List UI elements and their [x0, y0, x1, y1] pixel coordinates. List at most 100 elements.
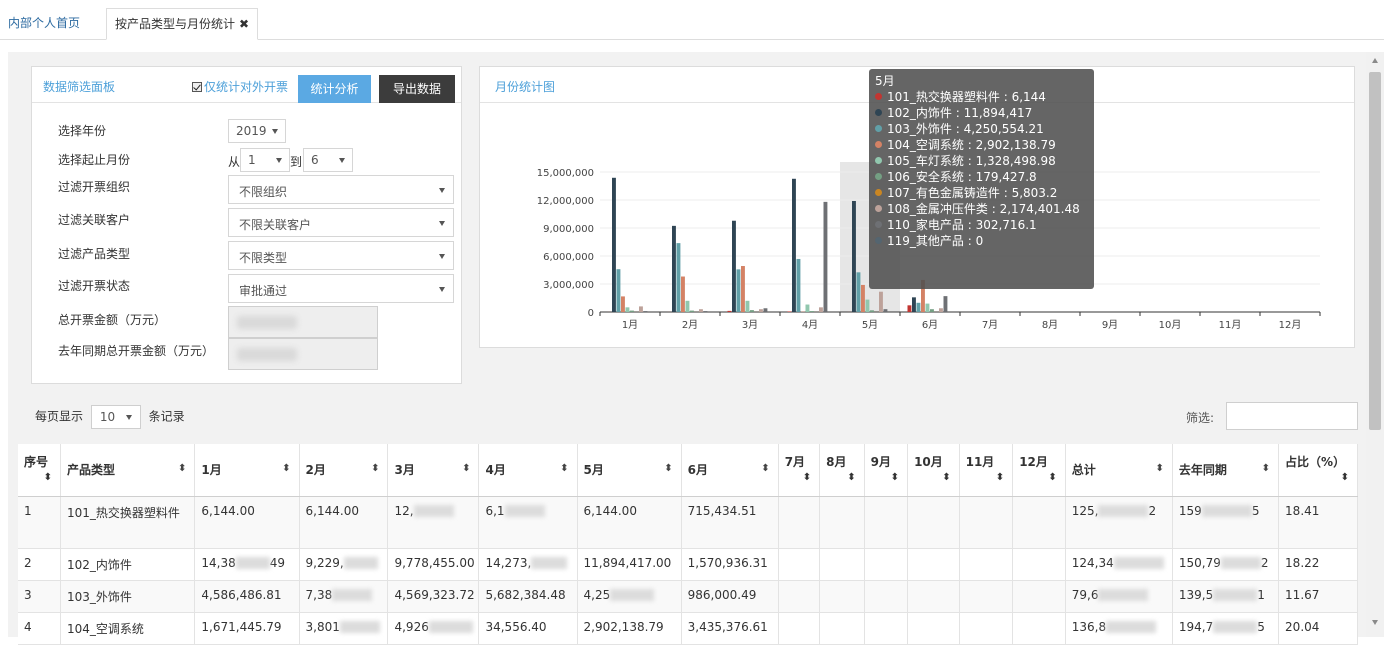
cell-m4: 6,1: [479, 496, 577, 548]
vertical-scrollbar[interactable]: [1366, 52, 1384, 637]
sort-icon[interactable]: ⬍: [24, 470, 54, 485]
month-from-select[interactable]: 1: [240, 148, 290, 172]
sort-icon[interactable]: ⬍: [371, 463, 379, 474]
cell-m4: 14,273,: [479, 548, 577, 580]
col-header-pct[interactable]: 占比（%）⬍: [1279, 444, 1358, 496]
col-header-index[interactable]: 序号⬍: [18, 444, 60, 496]
filter-input[interactable]: [1226, 402, 1358, 430]
cell-pct: 20.04: [1279, 612, 1358, 644]
customer-value: 不限关联客户: [239, 218, 311, 232]
sort-icon[interactable]: ⬍: [785, 470, 813, 485]
sort-icon[interactable]: ⬍: [560, 463, 568, 474]
product-type-select[interactable]: 不限类型: [228, 241, 454, 270]
sort-icon[interactable]: ⬍: [1262, 463, 1270, 474]
cell-m7: [778, 580, 819, 612]
cell-m11: [959, 612, 1013, 644]
sort-icon[interactable]: ⬍: [826, 470, 857, 485]
series-dot-icon: [875, 109, 882, 116]
series-dot-icon: [875, 221, 882, 228]
total-label: 总开票金额（万元）: [58, 311, 166, 328]
col-header-label: 3月: [394, 463, 414, 477]
sort-icon[interactable]: ⬍: [1019, 470, 1059, 485]
cell-m6: 3,435,376.61: [681, 612, 778, 644]
col-header-m3[interactable]: 3月 ⬍: [388, 444, 479, 496]
redacted-value: [1098, 589, 1148, 601]
cell-m8: [820, 548, 864, 580]
tab-product-monthly-label: 按产品类型与月份统计: [115, 17, 235, 31]
sort-icon[interactable]: ⬍: [871, 470, 901, 485]
customer-select[interactable]: 不限关联客户: [228, 208, 454, 237]
cell-m5: 11,894,417.00: [577, 548, 681, 580]
sort-icon[interactable]: ⬍: [462, 463, 470, 474]
tab-product-monthly[interactable]: 按产品类型与月份统计 ✖: [106, 8, 258, 40]
sort-icon[interactable]: ⬍: [664, 463, 672, 474]
col-header-m4[interactable]: 4月⬍: [479, 444, 577, 496]
col-header-type[interactable]: 产品类型⬍: [60, 444, 194, 496]
chevron-down-icon: [126, 415, 132, 420]
scroll-up-arrow-icon[interactable]: [1372, 58, 1378, 63]
table-row[interactable]: 3 103_外饰件 4,586,486.81 7,38 4,569,323.72…: [18, 580, 1358, 612]
table-row[interactable]: 4 104_空调系统 1,671,445.79 3,801 4,926 34,5…: [18, 612, 1358, 644]
col-header-m7[interactable]: 7月⬍: [778, 444, 819, 496]
sort-icon[interactable]: ⬍: [1285, 470, 1351, 485]
x-tick-label: 10月: [1159, 319, 1182, 331]
tooltip-row: 110_家电产品 : 302,716.1: [875, 217, 1088, 233]
export-button[interactable]: 导出数据: [379, 75, 455, 103]
sort-icon[interactable]: ⬍: [1156, 463, 1164, 474]
sort-icon[interactable]: ⬍: [966, 470, 1007, 485]
scrollbar-thumb[interactable]: [1369, 72, 1381, 430]
month-from-value: 1: [248, 153, 256, 167]
table-row[interactable]: 2 102_内饰件 14,3849 9,229, 9,778,455.00 14…: [18, 548, 1358, 580]
month-to-select[interactable]: 6: [303, 148, 353, 172]
table-row[interactable]: 1 101_热交换器塑料件 6,144.00 6,144.00 12, 6,1 …: [18, 496, 1358, 548]
col-header-m5[interactable]: 5月⬍: [577, 444, 681, 496]
checkbox-checked-icon[interactable]: [192, 82, 202, 92]
tab-home-label: 内部个人首页: [8, 16, 80, 30]
status-select[interactable]: 审批通过: [228, 274, 454, 303]
chart-bar: [792, 179, 796, 312]
cell-partial-value: 6,1: [485, 504, 504, 518]
tab-home[interactable]: 内部个人首页: [0, 8, 88, 40]
cell-m10: [908, 580, 960, 612]
chart-bar: [746, 301, 750, 312]
analyze-button[interactable]: 统计分析: [298, 75, 371, 103]
month-range-label: 选择起止月份: [58, 151, 130, 168]
cell-m5: 6,144.00: [577, 496, 681, 548]
col-header-m8[interactable]: 8月⬍: [820, 444, 864, 496]
col-header-m12[interactable]: 12月⬍: [1013, 444, 1066, 496]
col-header-m2[interactable]: 2月 ⬍: [299, 444, 388, 496]
sort-icon[interactable]: ⬍: [914, 470, 953, 485]
cell-m8: [820, 496, 864, 548]
sort-icon[interactable]: ⬍: [282, 463, 290, 474]
col-header-last-year[interactable]: 去年同期⬍: [1172, 444, 1278, 496]
col-header-m1[interactable]: 1月⬍: [195, 444, 299, 496]
cell-partial-value: 136,8: [1072, 620, 1106, 634]
sort-icon[interactable]: ⬍: [761, 463, 769, 474]
cell-m7: [778, 496, 819, 548]
col-header-m6[interactable]: 6月⬍: [681, 444, 778, 496]
col-header-m11[interactable]: 11月⬍: [959, 444, 1013, 496]
col-header-m9[interactable]: 9月⬍: [864, 444, 907, 496]
chart-bar: [912, 297, 916, 312]
col-header-label: 2月: [306, 463, 326, 477]
cell-partial-tail: 2: [1261, 556, 1269, 570]
only-external-checkbox[interactable]: 仅统计对外开票: [192, 78, 288, 95]
org-select[interactable]: 不限组织: [228, 175, 454, 204]
chevron-down-icon: [439, 188, 445, 193]
data-table: 序号⬍ 产品类型⬍ 1月⬍ 2月 ⬍ 3月 ⬍ 4月⬍ 5月⬍ 6月⬍ 7月⬍ 8月…: [18, 444, 1358, 645]
close-icon[interactable]: ✖: [239, 17, 249, 31]
cell-type: 104_空调系统: [60, 612, 194, 644]
chevron-down-icon: [439, 221, 445, 226]
sort-icon[interactable]: ⬍: [178, 463, 186, 474]
col-header-total[interactable]: 总计⬍: [1065, 444, 1172, 496]
year-select[interactable]: 2019: [228, 119, 286, 143]
chevron-down-icon: [439, 287, 445, 292]
month-to-value: 6: [311, 153, 319, 167]
x-tick-label: 5月: [862, 319, 878, 331]
cell-m11: [959, 496, 1013, 548]
cell-partial-value: 125,: [1072, 504, 1099, 518]
chart-bar: [917, 303, 921, 312]
col-header-m10[interactable]: 10月⬍: [908, 444, 960, 496]
per-page-select[interactable]: 10: [91, 405, 141, 429]
scroll-down-arrow-icon[interactable]: [1372, 620, 1378, 625]
